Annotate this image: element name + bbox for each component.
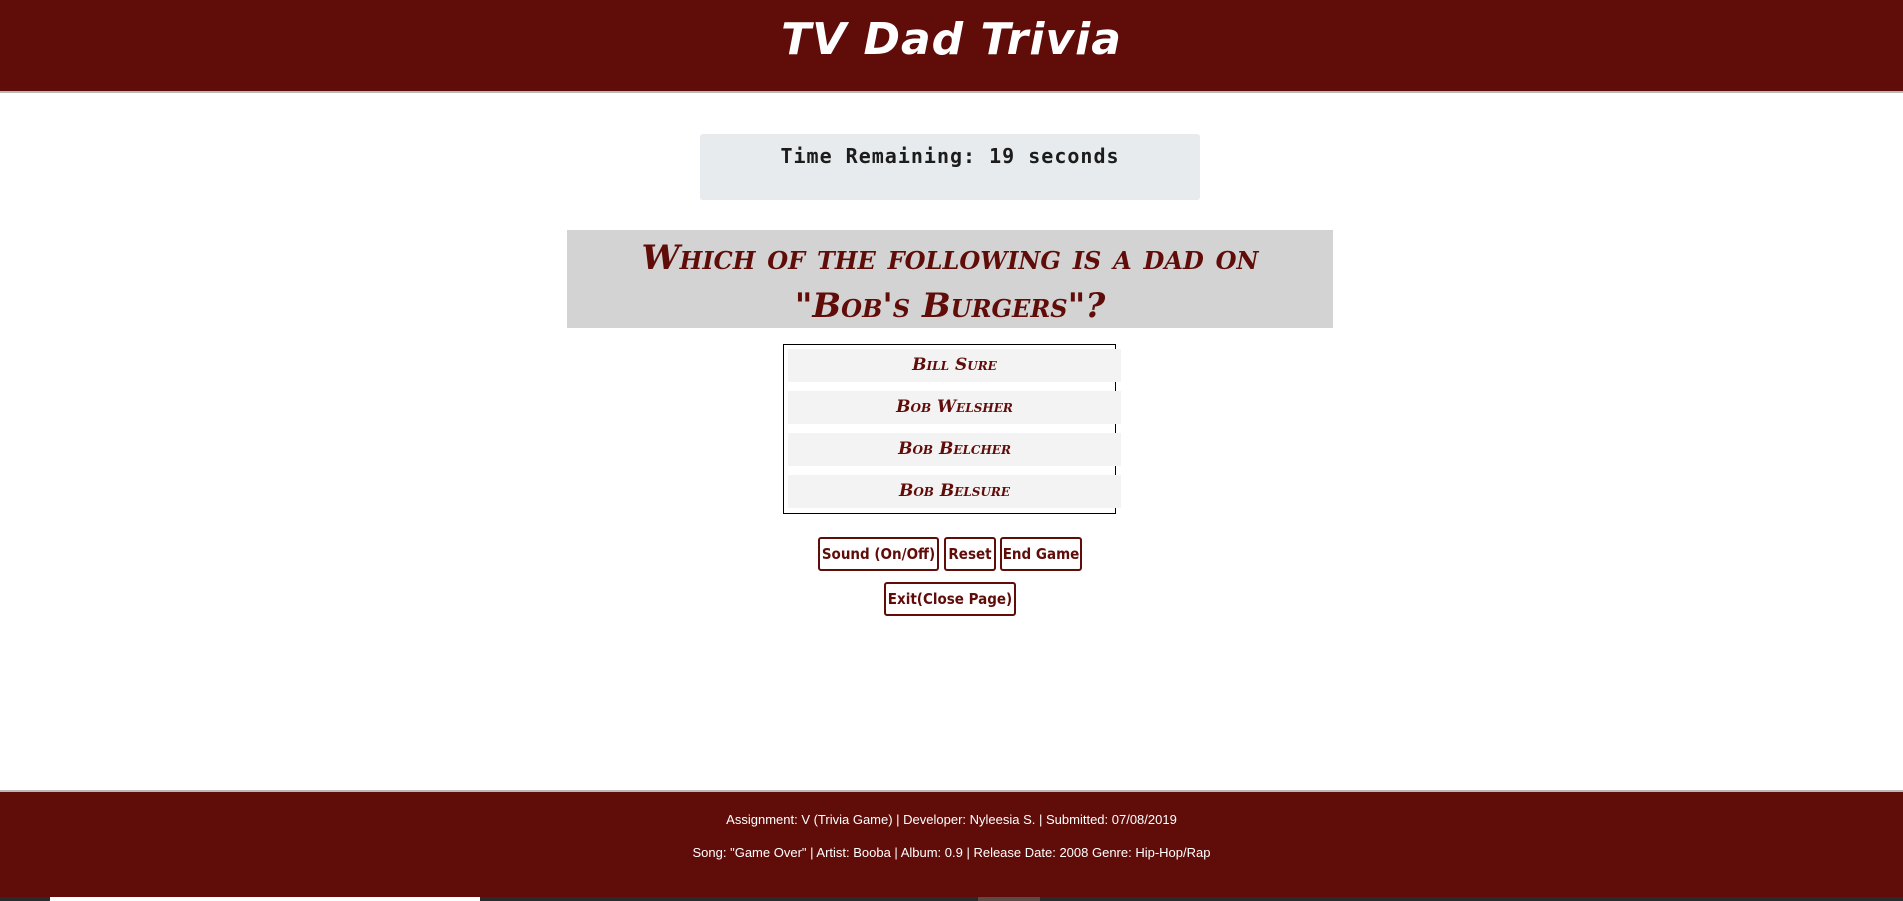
site-title: TV Dad Trivia <box>781 14 1122 65</box>
taskbar-segment <box>978 897 1040 901</box>
answer-list: Bill Sure Bob Welsher Bob Belcher Bob Be… <box>783 344 1121 514</box>
time-remaining: Time Remaining: 19 seconds <box>780 144 1120 168</box>
question-panel: Which of the following is a dad on "Bob'… <box>567 230 1333 328</box>
question-text: Which of the following is a dad on "Bob'… <box>641 238 1259 326</box>
exit-button[interactable]: Exit(Close Page) <box>884 582 1016 616</box>
timer-panel: Time Remaining: 19 seconds <box>700 134 1200 200</box>
taskbar-segment <box>50 897 480 901</box>
sound-toggle-button[interactable]: Sound (On/Off) <box>818 537 939 571</box>
end-game-button[interactable]: End Game <box>1000 537 1082 571</box>
site-header: TV Dad Trivia <box>0 0 1903 93</box>
answer-option[interactable]: Bob Welsher <box>788 391 1121 424</box>
reset-button[interactable]: Reset <box>944 537 996 571</box>
answer-option[interactable]: Bob Belcher <box>788 433 1121 466</box>
answer-option[interactable]: Bill Sure <box>788 349 1121 382</box>
footer-credits: Assignment: V (Trivia Game) | Developer:… <box>726 812 1177 827</box>
answer-option[interactable]: Bob Belsure <box>788 475 1121 508</box>
taskbar-strip <box>0 897 1903 901</box>
footer-song-info: Song: "Game Over" | Artist: Booba | Albu… <box>692 845 1211 860</box>
site-footer: Assignment: V (Trivia Game) | Developer:… <box>0 790 1903 897</box>
